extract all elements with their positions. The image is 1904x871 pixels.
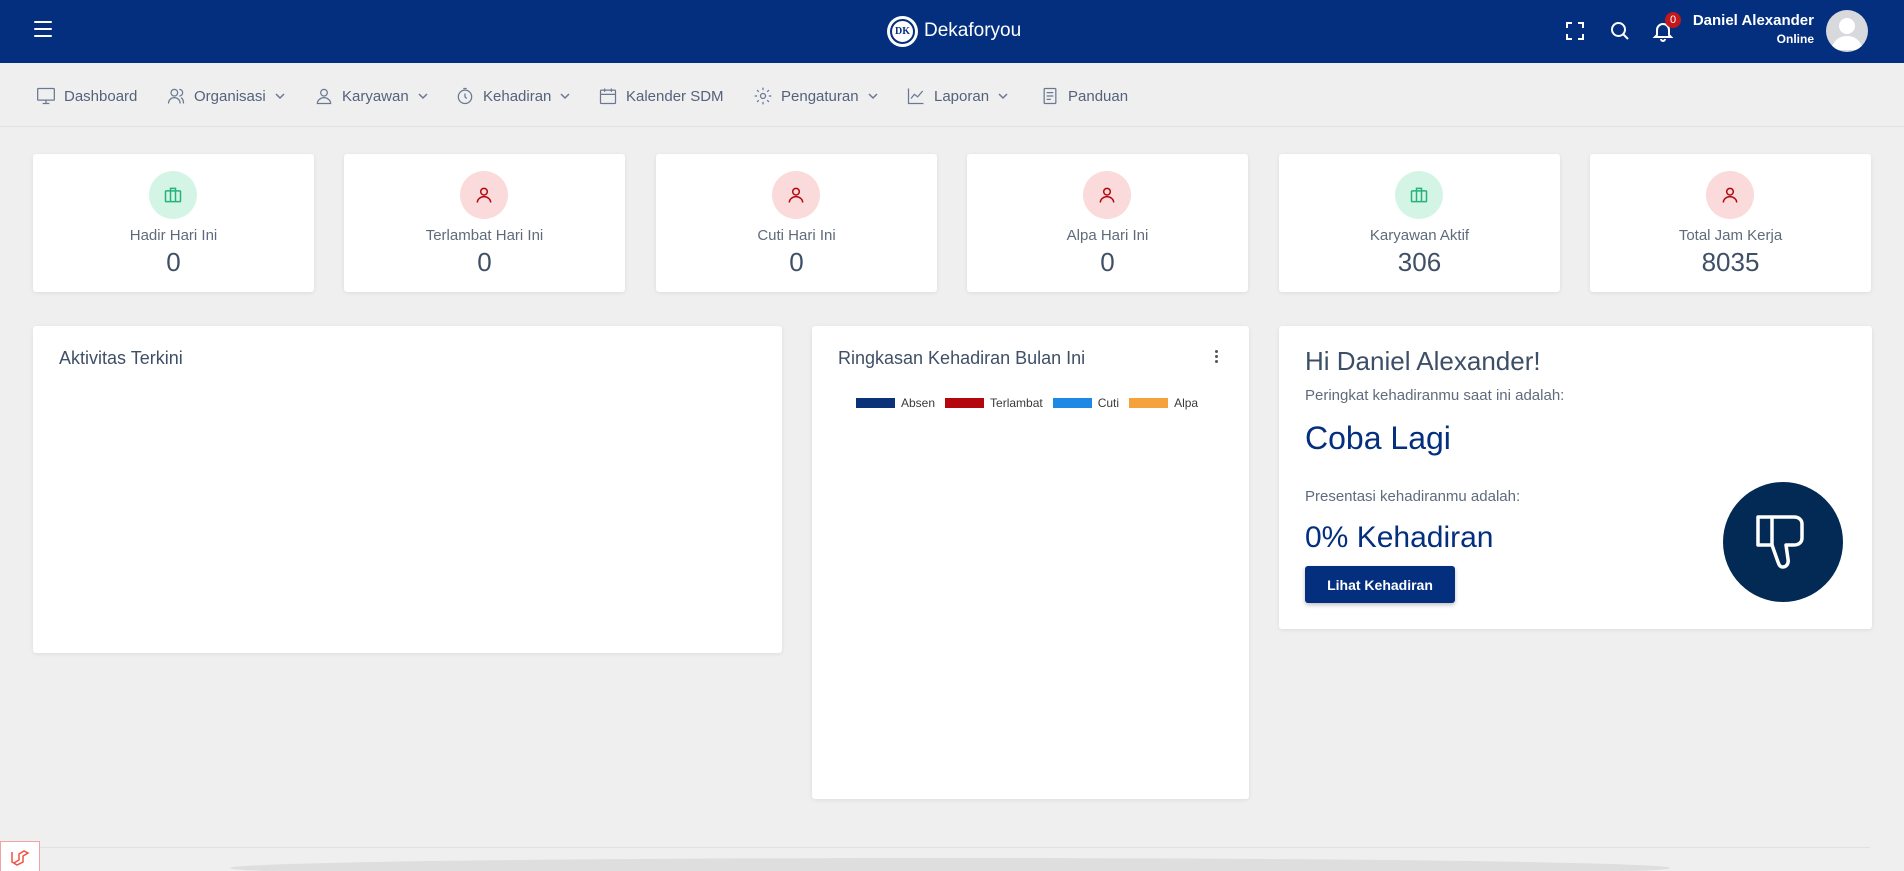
stat-card-alpa: Alpa Hari Ini 0 [967,154,1248,292]
notification-badge: 0 [1665,12,1681,28]
thumbs-down-icon [1723,482,1843,602]
nav-item-kehadiran[interactable]: Kehadiran [455,85,571,107]
chevron-down-icon [418,93,428,100]
footer-divider [40,847,1870,848]
briefcase-icon [149,171,197,219]
legend-swatch [1052,398,1092,408]
nav-label: Kalender SDM [626,87,724,105]
stat-value: 0 [1100,247,1115,277]
legend-swatch [945,398,985,408]
person-icon [772,171,820,219]
stat-value: 8035 [1701,247,1760,277]
rank-label: Peringkat kehadiranmu saat ini adalah: [1305,387,1565,404]
legend-swatch [1129,398,1169,408]
chevron-down-icon [560,93,570,100]
search-icon[interactable] [1608,19,1632,43]
gear-icon [754,87,772,105]
nav-label: Kehadiran [483,87,552,105]
legend-item-alpa[interactable]: Alpa [1129,396,1198,410]
stat-value: 0 [789,247,804,277]
greeting-title: Hi Daniel Alexander! [1305,346,1541,376]
top-bar: DK Dekaforyou 0 Daniel Alexander Online [0,0,1904,63]
calendar-icon [599,88,617,105]
monitor-icon [37,87,55,105]
legend-item-cuti[interactable]: Cuti [1052,396,1120,410]
attendance-summary-panel: Ringkasan Kehadiran Bulan Ini Absen Terl… [812,326,1249,799]
chart-legend: Absen Terlambat Cuti Alpa [856,396,1208,410]
nav-label: Karyawan [342,87,409,105]
nav-item-kalender-sdm[interactable]: Kalender SDM [598,85,724,107]
nav-label: Panduan [1068,87,1129,105]
legend-item-terlambat[interactable]: Terlambat [945,396,1043,410]
stat-card-karyawan-aktif: Karyawan Aktif 306 [1279,154,1560,292]
view-attendance-button[interactable]: Lihat Kehadiran [1305,566,1455,603]
footer-shadow [230,858,1670,871]
legend-label: Absen [901,396,936,410]
nav-label: Laporan [934,87,990,105]
panel-title: Ringkasan Kehadiran Bulan Ini [838,348,1086,368]
menu-icon[interactable] [34,21,52,37]
avatar[interactable] [1826,10,1868,52]
percent-label: Presentasi kehadiranmu adalah: [1305,488,1521,505]
stat-card-terlambat: Terlambat Hari Ini 0 [344,154,625,292]
line-chart-icon [907,88,924,105]
main-nav: Dashboard Organisasi Karyawan Kehadiran … [0,63,1904,127]
nav-item-laporan[interactable]: Laporan [906,85,1009,107]
stat-label: Hadir Hari Ini [129,227,218,244]
chevron-down-icon [868,93,878,100]
framework-logo-icon[interactable] [0,841,40,871]
stat-card-total-jam-kerja: Total Jam Kerja 8035 [1590,154,1871,292]
notification-bell-icon[interactable]: 0 [1651,12,1681,43]
stopwatch-icon [457,87,473,105]
stat-value: 0 [166,247,181,277]
recent-activity-panel: Aktivitas Terkini [33,326,782,653]
stat-value: 0 [477,247,492,277]
chevron-down-icon [275,93,285,100]
briefcase-icon [1395,171,1443,219]
percent-value: 0% Kehadiran [1305,521,1494,554]
stat-value: 306 [1397,247,1442,277]
nav-item-dashboard[interactable]: Dashboard [36,85,137,107]
brand-name: Dekaforyou [924,20,1022,41]
nav-item-panduan[interactable]: Panduan [1040,85,1128,107]
nav-item-karyawan[interactable]: Karyawan [314,85,429,107]
legend-label: Terlambat [990,396,1043,410]
more-options-icon[interactable] [1215,350,1219,365]
person-icon [1083,171,1131,219]
nav-item-organisasi[interactable]: Organisasi [166,85,286,107]
document-icon [1043,87,1057,105]
nav-item-pengaturan[interactable]: Pengaturan [753,85,879,107]
person-icon [1706,171,1754,219]
nav-label: Dashboard [64,87,138,105]
legend-item-absen[interactable]: Absen [856,396,935,410]
legend-swatch [856,398,895,408]
brand-logo: DK [887,15,918,47]
legend-label: Alpa [1174,396,1199,410]
stat-label: Cuti Hari Ini [757,227,836,244]
user-status: Online [1776,32,1814,46]
stat-label: Alpa Hari Ini [1066,227,1149,244]
brand[interactable]: DK Dekaforyou [887,15,1021,47]
user-info[interactable]: Daniel Alexander Online [1693,12,1814,46]
legend-label: Cuti [1097,396,1120,410]
person-icon [460,171,508,219]
user-icon [316,88,332,105]
stat-label: Terlambat Hari Ini [425,227,544,244]
stat-card-cuti: Cuti Hari Ini 0 [656,154,937,292]
nav-label: Pengaturan [781,87,859,105]
stat-label: Total Jam Kerja [1678,227,1783,244]
rank-value: Coba Lagi [1305,420,1451,456]
stat-label: Karyawan Aktif [1369,227,1470,244]
greeting-panel: Hi Daniel Alexander! Peringkat kehadiran… [1279,326,1872,629]
users-icon [167,88,185,104]
user-name: Daniel Alexander [1692,12,1814,29]
panel-title: Aktivitas Terkini [59,348,183,368]
stat-card-hadir: Hadir Hari Ini 0 [33,154,314,292]
chevron-down-icon [998,93,1008,100]
fullscreen-icon[interactable] [1563,19,1587,43]
nav-label: Organisasi [194,87,266,105]
